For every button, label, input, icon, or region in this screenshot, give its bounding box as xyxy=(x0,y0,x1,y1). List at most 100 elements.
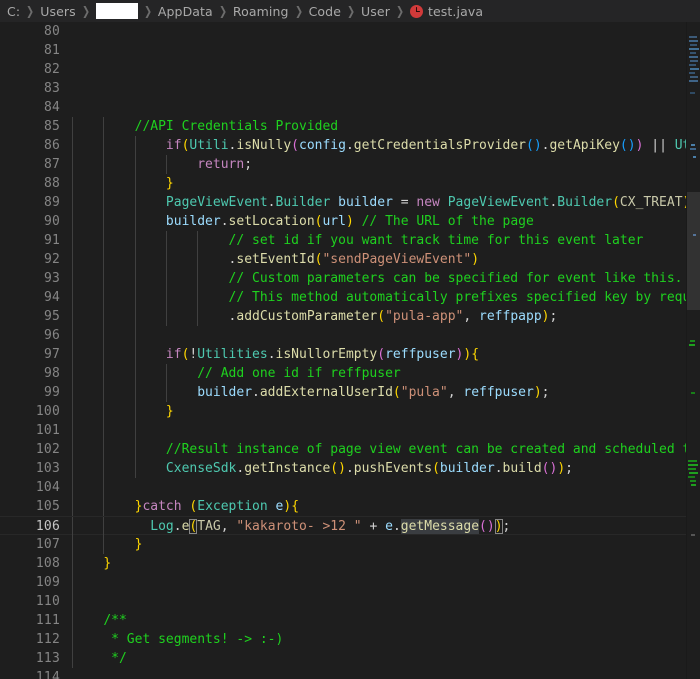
code-line[interactable]: 85 //API Credentials Provided xyxy=(0,117,686,136)
code-line[interactable]: 92 .setEventId("sendPageViewEvent") xyxy=(0,250,686,269)
code-line[interactable]: 113 */ xyxy=(0,649,686,668)
code-line[interactable]: 90 builder.setLocation(url) // The URL o… xyxy=(0,212,686,231)
breadcrumb-item-file[interactable]: test.java xyxy=(410,4,483,19)
breadcrumb-item-users[interactable]: Users xyxy=(40,4,76,19)
code-line[interactable]: 82 xyxy=(0,60,686,79)
code-line[interactable]: 91 // set id if you want track time for … xyxy=(0,231,686,250)
indent-guides xyxy=(0,22,686,41)
code-line[interactable]: 104 xyxy=(0,478,686,497)
code-line[interactable]: 80 xyxy=(0,22,686,41)
code-line[interactable]: 100 } xyxy=(0,402,686,421)
indent-guides xyxy=(0,79,686,98)
breadcrumb-separator-icon: ❯ xyxy=(218,4,227,18)
minimap-mark xyxy=(689,344,695,346)
code-text: Log.e(TAG, "kakaroto- >12 " + e.getMessa… xyxy=(150,519,511,534)
code-text: builder.setLocation(url) // The URL of t… xyxy=(165,214,534,229)
code-text: } xyxy=(103,556,112,571)
minimap-slider[interactable] xyxy=(687,192,700,310)
minimap-mark xyxy=(689,48,699,50)
code-text: return; xyxy=(197,157,253,172)
code-line[interactable]: 103 CxenseSdk.getInstance().pushEvents(b… xyxy=(0,459,686,478)
code-text: if(!Utilities.isNullorEmpty(reffpuser)){ xyxy=(165,347,480,362)
indent-guides xyxy=(0,573,686,592)
indent-guides xyxy=(0,326,686,345)
code-line[interactable]: 114 xyxy=(0,668,686,679)
breadcrumb-separator-icon: ❯ xyxy=(143,4,152,18)
code-line[interactable]: 88 } xyxy=(0,174,686,193)
breadcrumb-separator-icon: ❯ xyxy=(26,4,35,18)
code-line[interactable]: 81 xyxy=(0,41,686,60)
code-line[interactable]: 86 if(Utili.isNully(config.getCredential… xyxy=(0,136,686,155)
code-line[interactable]: 111 /** xyxy=(0,611,686,630)
code-line[interactable]: 94 // This method automatically prefixes… xyxy=(0,288,686,307)
breadcrumb-separator-icon: ❯ xyxy=(81,4,90,18)
code-line[interactable]: 108 } xyxy=(0,554,686,573)
code-text: builder.addExternalUserId("pula", reffpu… xyxy=(197,385,550,400)
minimap-mark xyxy=(690,340,695,342)
minimap-mark xyxy=(690,148,696,150)
minimap-mark xyxy=(688,460,697,462)
breadcrumb-item-roaming[interactable]: Roaming xyxy=(233,4,289,19)
code-text: //Result instance of page view event can… xyxy=(165,442,686,457)
minimap-mark xyxy=(690,44,697,46)
breadcrumb-separator-icon: ❯ xyxy=(395,4,405,18)
code-text: .addCustomParameter("pula-app", reffpapp… xyxy=(228,309,558,324)
breadcrumb-item-appdata[interactable]: AppData xyxy=(158,4,213,19)
minimap-mark xyxy=(688,476,695,478)
code-text: .setEventId("sendPageViewEvent") xyxy=(228,252,480,267)
code-text: } xyxy=(165,404,174,419)
minimap-mark xyxy=(688,468,696,470)
minimap-mark xyxy=(690,92,695,94)
code-line[interactable]: 97 if(!Utilities.isNullorEmpty(reffpuser… xyxy=(0,345,686,364)
minimap-mark xyxy=(689,40,698,42)
minimap-mark xyxy=(690,52,696,54)
breadcrumb-item-code[interactable]: Code xyxy=(309,4,341,19)
breadcrumb-item-drive[interactable]: C: xyxy=(7,4,20,19)
code-line[interactable]: 95 .addCustomParameter("pula-app", reffp… xyxy=(0,307,686,326)
code-line[interactable]: 84 xyxy=(0,98,686,117)
breadcrumb-item-redacted-username[interactable] xyxy=(95,3,138,19)
code-line[interactable]: 112 * Get segments! -> :-) xyxy=(0,630,686,649)
minimap[interactable] xyxy=(686,22,700,679)
code-text: }catch (Exception e){ xyxy=(134,499,300,514)
minimap-mark xyxy=(688,464,698,466)
code-line[interactable]: 87 return; xyxy=(0,155,686,174)
code-text: // Custom parameters can be specified fo… xyxy=(228,271,683,286)
code-line[interactable]: 109 xyxy=(0,573,686,592)
code-line[interactable]: 83 xyxy=(0,79,686,98)
code-editor[interactable]: 80 81 82 83 84 85 //API Credentials Provided 8… xyxy=(0,22,700,679)
code-line[interactable]: 89 PageViewEvent.Builder builder = new P… xyxy=(0,193,686,212)
code-text: if(Utili.isNully(config.getCredentialsPr… xyxy=(165,138,686,153)
code-text: CxenseSdk.getInstance().pushEvents(build… xyxy=(165,461,573,476)
code-text: //API Credentials Provided xyxy=(134,119,339,134)
minimap-mark xyxy=(693,234,696,236)
code-line[interactable]: 105 }catch (Exception e){ xyxy=(0,497,686,516)
code-line[interactable]: 110 xyxy=(0,592,686,611)
minimap-mark xyxy=(689,72,695,74)
indent-guides xyxy=(0,421,686,440)
code-line[interactable]: 93 // Custom parameters can be specified… xyxy=(0,269,686,288)
code-content[interactable]: 80 81 82 83 84 85 //API Credentials Provided 8… xyxy=(0,22,686,679)
indent-guides xyxy=(0,41,686,60)
code-line[interactable]: 107 } xyxy=(0,535,686,554)
indent-guides xyxy=(0,668,686,679)
code-text: } xyxy=(134,537,143,552)
code-line[interactable]: 98 // Add one id if reffpuser xyxy=(0,364,686,383)
code-text: */ xyxy=(111,651,127,666)
code-line[interactable]: 96 xyxy=(0,326,686,345)
minimap-mark xyxy=(691,392,695,394)
minimap-mark xyxy=(691,534,695,536)
java-file-icon xyxy=(410,4,424,18)
breadcrumb-file-label: test.java xyxy=(428,3,484,19)
indent-guides xyxy=(0,592,686,611)
code-line[interactable]: 101 xyxy=(0,421,686,440)
code-line[interactable]: 106 Log.e(TAG, "kakaroto- >12 " + e.getM… xyxy=(0,516,686,536)
breadcrumb-item-user[interactable]: User xyxy=(361,4,390,19)
minimap-mark xyxy=(689,64,696,66)
code-text: /** xyxy=(103,613,127,628)
code-line[interactable]: 99 builder.addExternalUserId("pula", ref… xyxy=(0,383,686,402)
minimap-mark xyxy=(689,56,698,58)
code-text: // This method automatically prefixes sp… xyxy=(228,290,686,305)
indent-guides xyxy=(0,98,686,117)
code-line[interactable]: 102 //Result instance of page view event… xyxy=(0,440,686,459)
